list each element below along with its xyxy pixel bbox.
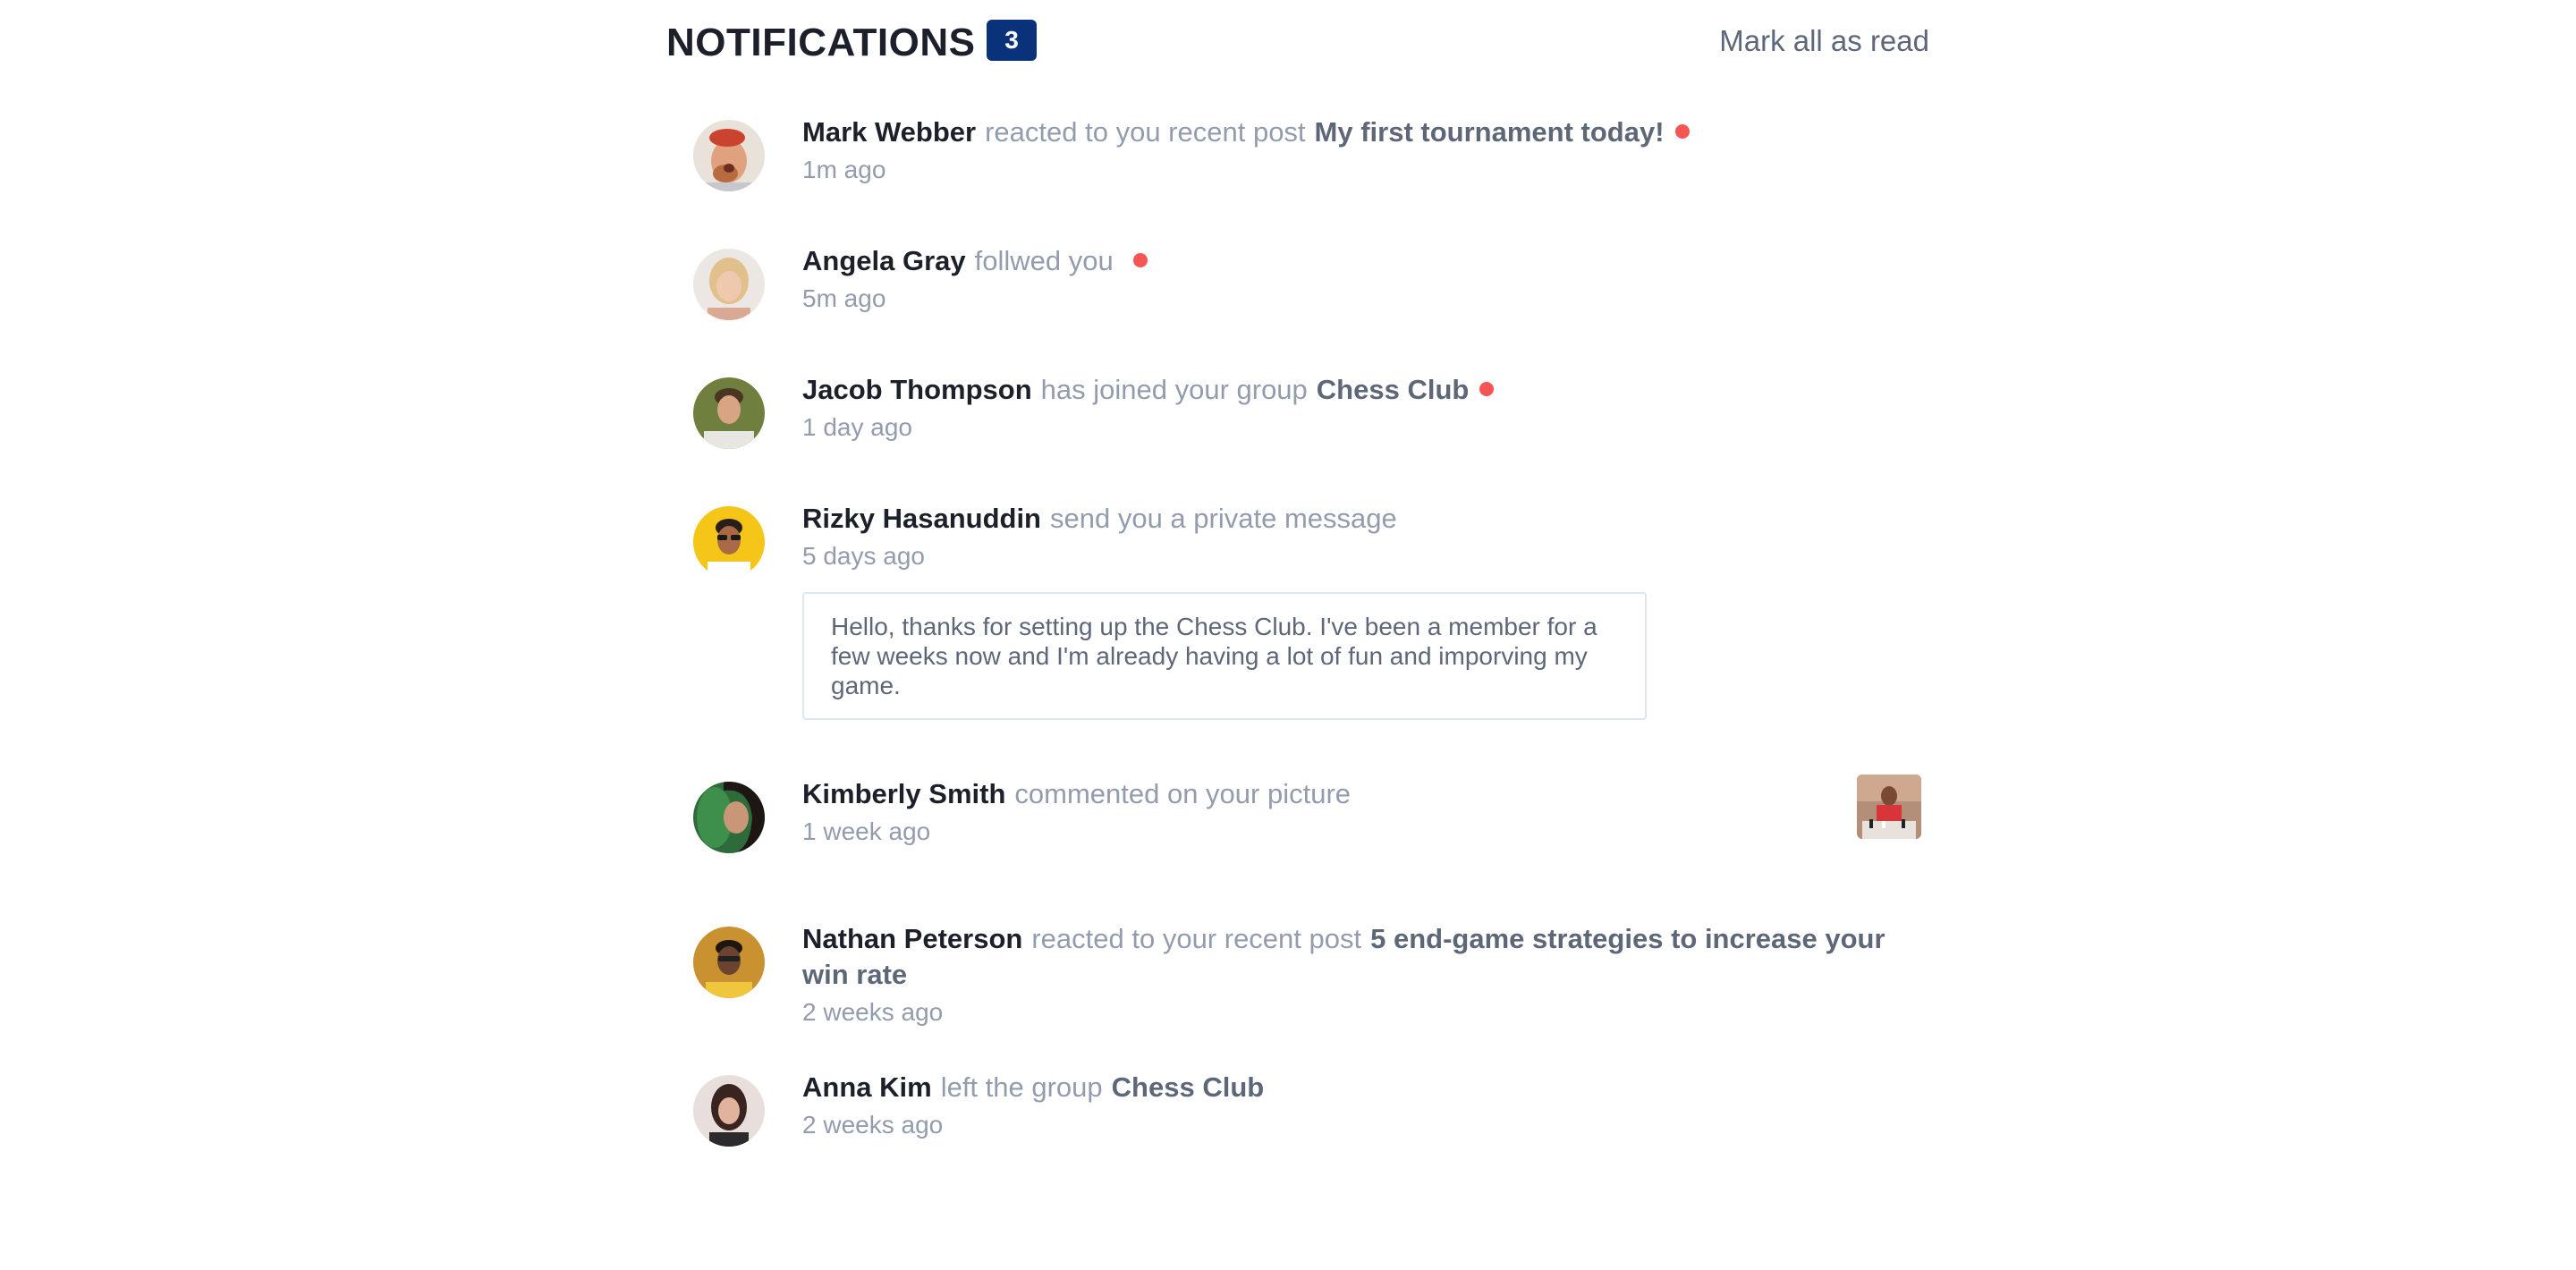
private-message[interactable]: Hello, thanks for setting up the Chess C… — [802, 592, 1647, 720]
sender-name[interactable]: Nathan Peterson — [802, 923, 1022, 954]
avatar[interactable] — [693, 1075, 765, 1147]
sender-name[interactable]: Jacob Thompson — [802, 374, 1032, 405]
avatar[interactable] — [693, 927, 765, 998]
avatar[interactable] — [693, 377, 765, 449]
mark-all-read-button[interactable]: Mark all as read — [1719, 23, 1929, 59]
timestamp: 2 weeks ago — [802, 1111, 944, 1139]
sender-name[interactable]: Anna Kim — [802, 1071, 932, 1103]
sender-name[interactable]: Angela Gray — [802, 245, 966, 276]
timestamp: 5m ago — [802, 284, 886, 312]
action-text: commented on your picture — [1014, 778, 1352, 809]
timestamp: 1 week ago — [802, 817, 931, 845]
action-text: follwed you — [974, 245, 1114, 276]
avatar[interactable] — [693, 782, 765, 853]
timestamp: 5 days ago — [802, 542, 925, 570]
group-link[interactable]: Chess Club — [1112, 1071, 1265, 1103]
unread-dot — [1132, 253, 1148, 267]
notifications-header: NOTIFICATIONS 3 Mark all as read — [666, 20, 1929, 64]
unread-dot — [1674, 124, 1690, 139]
chess-picture-thumbnail[interactable] — [1857, 775, 1921, 839]
avatar[interactable] — [693, 249, 765, 320]
action-text: send you a private message — [1050, 503, 1397, 534]
sender-name[interactable]: Kimberly Smith — [802, 778, 1005, 809]
avatar[interactable] — [693, 506, 765, 578]
post-link[interactable]: My first tournament today! — [1315, 116, 1665, 148]
unread-count-badge: 3 — [987, 20, 1037, 61]
timestamp: 1 day ago — [802, 413, 912, 441]
timestamp: 2 weeks ago — [802, 998, 944, 1026]
group-link[interactable]: Chess Club — [1317, 374, 1470, 405]
action-text: has joined your group — [1040, 374, 1308, 405]
action-text: reacted to your recent post — [1031, 923, 1362, 954]
action-text: reacted to you recent post — [985, 116, 1306, 148]
avatar[interactable] — [693, 120, 765, 191]
action-text: left the group — [940, 1071, 1103, 1103]
unread-dot — [1479, 382, 1495, 396]
sender-name[interactable]: Mark Webber — [802, 116, 976, 148]
sender-name[interactable]: Rizky Hasanuddin — [802, 503, 1041, 534]
page-title: NOTIFICATIONS — [666, 21, 976, 64]
timestamp: 1m ago — [802, 156, 886, 183]
